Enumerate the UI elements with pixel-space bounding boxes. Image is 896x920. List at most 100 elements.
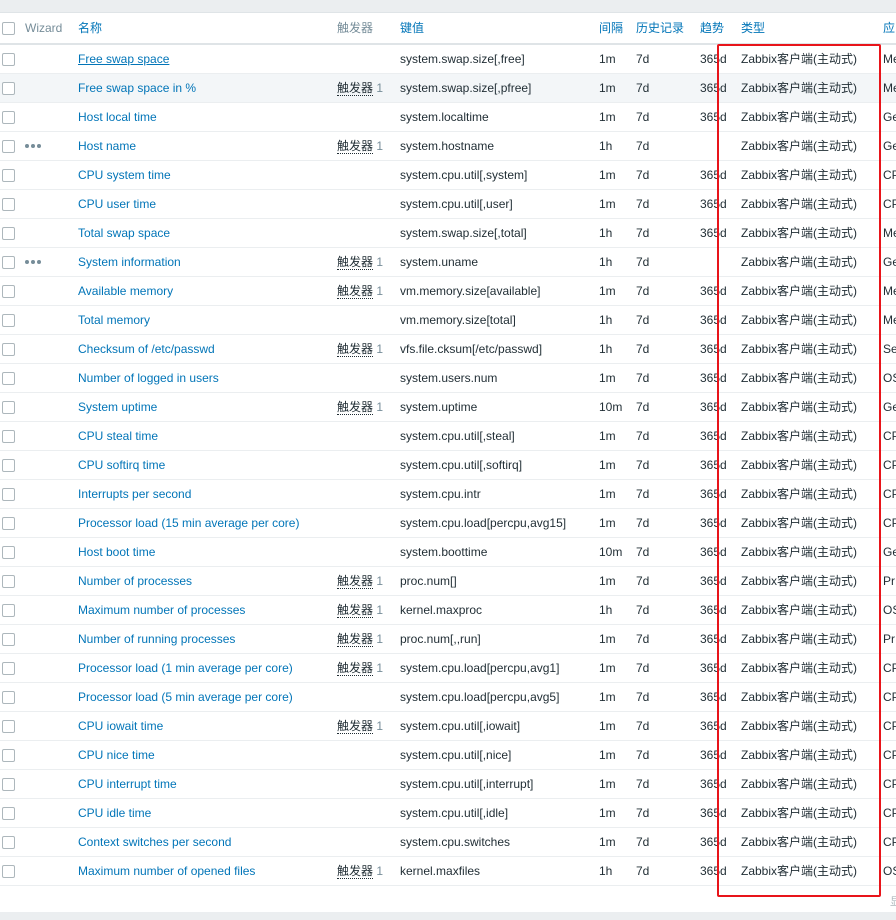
wizard-cell[interactable] (25, 248, 69, 276)
triggers-link[interactable]: 触发器 (337, 719, 374, 734)
item-name-link[interactable]: Interrupts per second (78, 480, 333, 508)
row-checkbox[interactable] (2, 488, 15, 501)
triggers-cell[interactable]: 触发器 1 (337, 248, 397, 276)
triggers-link[interactable]: 触发器 (337, 632, 374, 647)
item-name-link[interactable]: Number of processes (78, 567, 333, 595)
header-type[interactable]: 类型 (741, 13, 881, 43)
row-checkbox[interactable] (2, 517, 15, 530)
header-trends[interactable]: 趋势 (700, 13, 738, 43)
item-name-link[interactable]: CPU system time (78, 161, 333, 189)
select-all-checkbox[interactable] (2, 22, 15, 35)
item-name-link[interactable]: Number of running processes (78, 625, 333, 653)
row-checkbox[interactable] (2, 865, 15, 878)
row-checkbox[interactable] (2, 836, 15, 849)
triggers-cell[interactable]: 触发器 1 (337, 654, 397, 682)
item-name-link[interactable]: System uptime (78, 393, 333, 421)
wizard-cell[interactable] (25, 132, 69, 160)
row-checkbox[interactable] (2, 285, 15, 298)
row-checkbox[interactable] (2, 256, 15, 269)
triggers-cell[interactable]: 触发器 1 (337, 132, 397, 160)
triggers-link[interactable]: 触发器 (337, 864, 374, 879)
triggers-cell[interactable]: 触发器 1 (337, 712, 397, 740)
triggers-link[interactable]: 触发器 (337, 574, 374, 589)
row-checkbox[interactable] (2, 372, 15, 385)
row-checkbox[interactable] (2, 314, 15, 327)
item-name-link[interactable]: Total swap space (78, 219, 333, 247)
wizard-cell (25, 799, 69, 827)
triggers-link[interactable]: 触发器 (337, 661, 374, 676)
item-name-link[interactable]: Available memory (78, 277, 333, 305)
triggers-cell[interactable]: 触发器 1 (337, 277, 397, 305)
triggers-link[interactable]: 触发器 (337, 342, 374, 357)
item-name-link[interactable]: Processor load (1 min average per core) (78, 654, 333, 682)
item-name-link[interactable]: Host local time (78, 103, 333, 131)
triggers-cell[interactable]: 触发器 1 (337, 567, 397, 595)
item-name-link[interactable]: Maximum number of processes (78, 596, 333, 624)
more-icon[interactable] (25, 248, 43, 275)
item-name-link[interactable]: CPU user time (78, 190, 333, 218)
item-name-link[interactable]: CPU softirq time (78, 451, 333, 479)
triggers-cell[interactable]: 触发器 1 (337, 74, 397, 102)
trends-cell: 365d (700, 110, 727, 124)
item-name-link[interactable]: Processor load (15 min average per core) (78, 509, 333, 537)
history-cell: 7d (636, 342, 650, 356)
wizard-cell (25, 538, 69, 566)
item-name-link[interactable]: Maximum number of opened files (78, 857, 333, 885)
triggers-link[interactable]: 触发器 (337, 255, 374, 270)
row-checkbox[interactable] (2, 401, 15, 414)
triggers-link[interactable]: 触发器 (337, 400, 374, 415)
row-checkbox[interactable] (2, 662, 15, 675)
row-checkbox[interactable] (2, 575, 15, 588)
item-name-link[interactable]: Total memory (78, 306, 333, 334)
triggers-cell[interactable]: 触发器 1 (337, 625, 397, 653)
triggers-cell[interactable]: 触发器 1 (337, 393, 397, 421)
header-key[interactable]: 键值 (400, 13, 595, 43)
type-cell: Zabbix客户端(主动式) (741, 516, 858, 530)
item-name-link[interactable]: Free swap space (78, 45, 333, 73)
row-checkbox[interactable] (2, 546, 15, 559)
row-checkbox[interactable] (2, 53, 15, 66)
row-checkbox[interactable] (2, 691, 15, 704)
item-name-link[interactable]: CPU idle time (78, 799, 333, 827)
item-name-link[interactable]: System information (78, 248, 333, 276)
row-checkbox[interactable] (2, 343, 15, 356)
row-checkbox[interactable] (2, 111, 15, 124)
row-checkbox[interactable] (2, 807, 15, 820)
row-checkbox[interactable] (2, 604, 15, 617)
row-checkbox[interactable] (2, 198, 15, 211)
row-checkbox[interactable] (2, 169, 15, 182)
header-interval[interactable]: 间隔 (599, 13, 633, 43)
row-checkbox[interactable] (2, 430, 15, 443)
row-checkbox[interactable] (2, 633, 15, 646)
row-checkbox[interactable] (2, 720, 15, 733)
triggers-link[interactable]: 触发器 (337, 139, 374, 154)
item-name-link[interactable]: CPU steal time (78, 422, 333, 450)
item-name-link[interactable]: CPU interrupt time (78, 770, 333, 798)
row-checkbox[interactable] (2, 459, 15, 472)
item-name-link[interactable]: Host boot time (78, 538, 333, 566)
row-checkbox[interactable] (2, 82, 15, 95)
row-checkbox[interactable] (2, 749, 15, 762)
item-name-link[interactable]: Checksum of /etc/passwd (78, 335, 333, 363)
more-icon[interactable] (25, 132, 43, 159)
item-name-link[interactable]: Host name (78, 132, 333, 160)
row-checkbox[interactable] (2, 227, 15, 240)
triggers-cell[interactable]: 触发器 1 (337, 857, 397, 885)
header-name[interactable]: 名称 (78, 13, 333, 43)
item-name-link[interactable]: Free swap space in % (78, 74, 333, 102)
header-history[interactable]: 历史记录 (636, 13, 696, 43)
item-name-link[interactable]: Number of logged in users (78, 364, 333, 392)
triggers-link[interactable]: 触发器 (337, 81, 374, 96)
row-checkbox[interactable] (2, 140, 15, 153)
trends-cell: 365d (700, 719, 727, 733)
item-name-link[interactable]: Context switches per second (78, 828, 333, 856)
header-applications[interactable]: 应 (883, 13, 896, 43)
triggers-link[interactable]: 触发器 (337, 284, 374, 299)
item-name-link[interactable]: CPU iowait time (78, 712, 333, 740)
triggers-cell[interactable]: 触发器 1 (337, 335, 397, 363)
triggers-link[interactable]: 触发器 (337, 603, 374, 618)
row-checkbox[interactable] (2, 778, 15, 791)
item-name-link[interactable]: CPU nice time (78, 741, 333, 769)
item-name-link[interactable]: Processor load (5 min average per core) (78, 683, 333, 711)
triggers-cell[interactable]: 触发器 1 (337, 596, 397, 624)
